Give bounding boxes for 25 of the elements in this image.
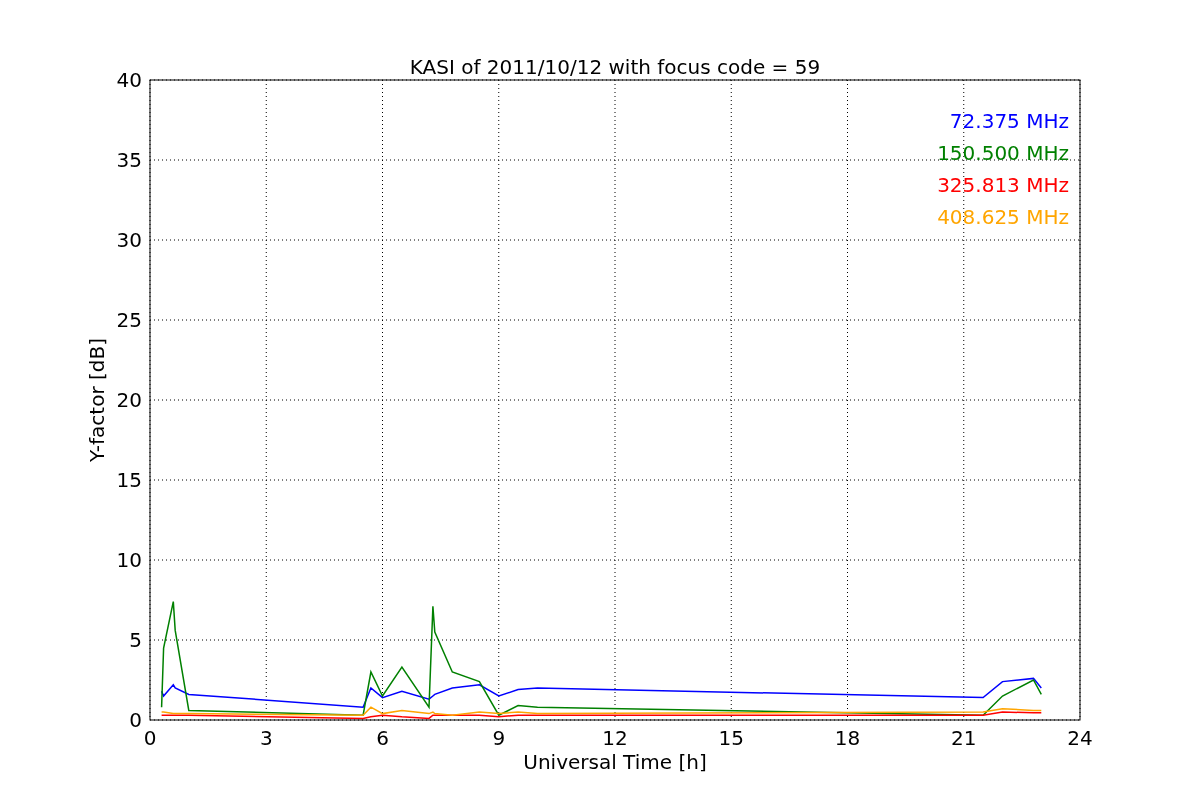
tick-label: 20 <box>116 388 142 412</box>
tick-label: 15 <box>718 726 744 750</box>
tick-label: 35 <box>116 148 142 172</box>
chart-title: KASI of 2011/10/12 with focus code = 59 <box>409 55 821 79</box>
tick-label: 15 <box>116 468 142 492</box>
axis-label: Y-factor [dB] <box>85 338 109 462</box>
legend-label: 408.625 MHz <box>937 205 1069 229</box>
tick-label: 40 <box>116 68 142 92</box>
axis-label: Universal Time [h] <box>523 750 707 774</box>
tick-label: 24 <box>1067 726 1093 750</box>
tick-label: 12 <box>602 726 628 750</box>
tick-label: 10 <box>116 548 142 572</box>
tick-label: 3 <box>259 726 273 750</box>
legend-label: 72.375 MHz <box>949 109 1069 133</box>
tick-label: 0 <box>143 726 157 750</box>
tick-label: 25 <box>116 308 142 332</box>
tick-label: 9 <box>492 726 506 750</box>
tick-label: 30 <box>116 228 142 252</box>
tick-label: 5 <box>129 628 142 652</box>
tick-label: 18 <box>834 726 861 750</box>
tick-label: 0 <box>129 708 142 732</box>
tick-label: 21 <box>951 726 977 750</box>
legend-label: 325.813 MHz <box>937 173 1069 197</box>
tick-label: 6 <box>376 726 389 750</box>
legend-label: 150.500 MHz <box>937 141 1069 165</box>
